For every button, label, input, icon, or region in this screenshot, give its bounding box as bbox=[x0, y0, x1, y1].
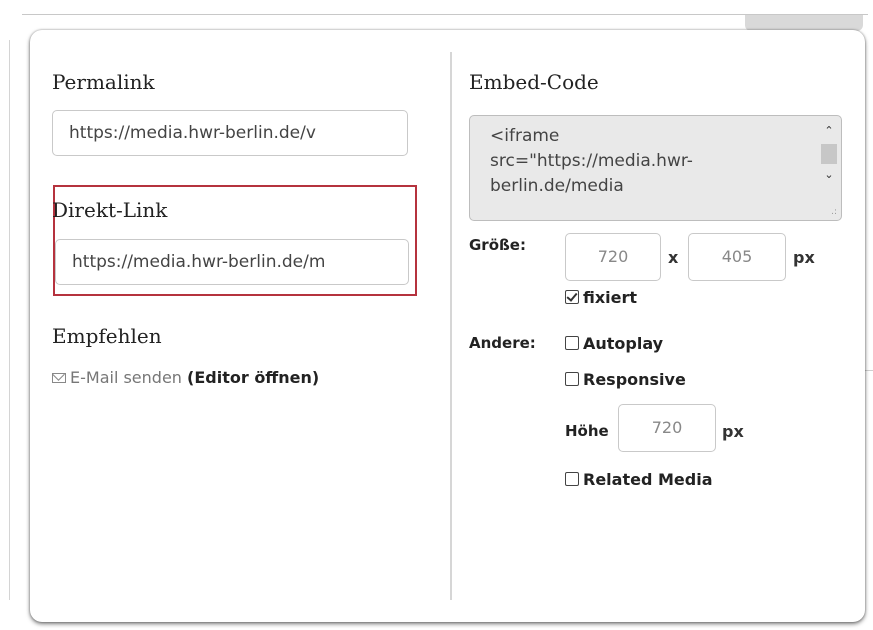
chevron-up-icon[interactable]: ⌃ bbox=[819, 122, 839, 140]
scrollbar-thumb[interactable] bbox=[821, 144, 837, 164]
column-divider bbox=[450, 52, 452, 600]
checkbox-checked-icon[interactable] bbox=[565, 290, 579, 304]
fixiert-checkbox[interactable]: fixiert bbox=[565, 288, 637, 307]
height-input[interactable]: 405 bbox=[688, 233, 786, 281]
permalink-heading: Permalink bbox=[52, 70, 155, 94]
size-label: Größe: bbox=[469, 236, 526, 254]
responsive-label: Responsive bbox=[583, 370, 686, 389]
email-share-row: E-Mail senden (Editor öffnen) bbox=[52, 368, 319, 387]
background-rule bbox=[22, 14, 868, 15]
responsive-checkbox[interactable]: Responsive bbox=[565, 370, 686, 389]
related-media-checkbox[interactable]: Related Media bbox=[565, 470, 712, 489]
hoehe-input[interactable]: 720 bbox=[618, 404, 716, 452]
related-media-label: Related Media bbox=[583, 470, 713, 489]
embed-code-textarea[interactable]: <iframe src="https://media.hwr- berlin.d… bbox=[469, 115, 842, 221]
width-input[interactable]: 720 bbox=[565, 233, 661, 281]
direktlink-heading: Direkt-Link bbox=[52, 198, 168, 222]
background-divider bbox=[9, 40, 10, 600]
size-unit: px bbox=[793, 248, 815, 267]
autoplay-checkbox[interactable]: Autoplay bbox=[565, 334, 663, 353]
direktlink-input[interactable]: https://media.hwr-berlin.de/m bbox=[55, 239, 409, 285]
checkbox-icon[interactable] bbox=[565, 336, 579, 350]
embed-code-text: <iframe src="https://media.hwr- berlin.d… bbox=[490, 126, 693, 196]
share-popup: Permalink https://media.hwr-berlin.de/v … bbox=[30, 30, 865, 622]
embed-code-heading: Embed-Code bbox=[469, 70, 599, 94]
fixiert-label: fixiert bbox=[583, 288, 638, 307]
size-times: x bbox=[668, 248, 679, 267]
envelope-icon bbox=[52, 373, 66, 383]
hoehe-unit: px bbox=[722, 422, 744, 441]
resize-grip-icon[interactable]: .: bbox=[831, 207, 837, 217]
checkbox-icon[interactable] bbox=[565, 372, 579, 386]
email-send-link[interactable]: E-Mail senden bbox=[70, 368, 182, 387]
chevron-down-icon[interactable]: ⌄ bbox=[819, 166, 839, 184]
other-label: Andere: bbox=[469, 334, 536, 352]
editor-open-link[interactable]: (Editor öffnen) bbox=[187, 368, 319, 387]
checkbox-icon[interactable] bbox=[565, 472, 579, 486]
embed-scrollbar[interactable]: ⌃ ⌄ bbox=[819, 122, 839, 210]
hoehe-label: Höhe bbox=[565, 422, 609, 440]
empfehlen-heading: Empfehlen bbox=[52, 324, 162, 348]
autoplay-label: Autoplay bbox=[583, 334, 664, 353]
permalink-input[interactable]: https://media.hwr-berlin.de/v bbox=[52, 110, 408, 156]
background-tab bbox=[745, 15, 863, 31]
